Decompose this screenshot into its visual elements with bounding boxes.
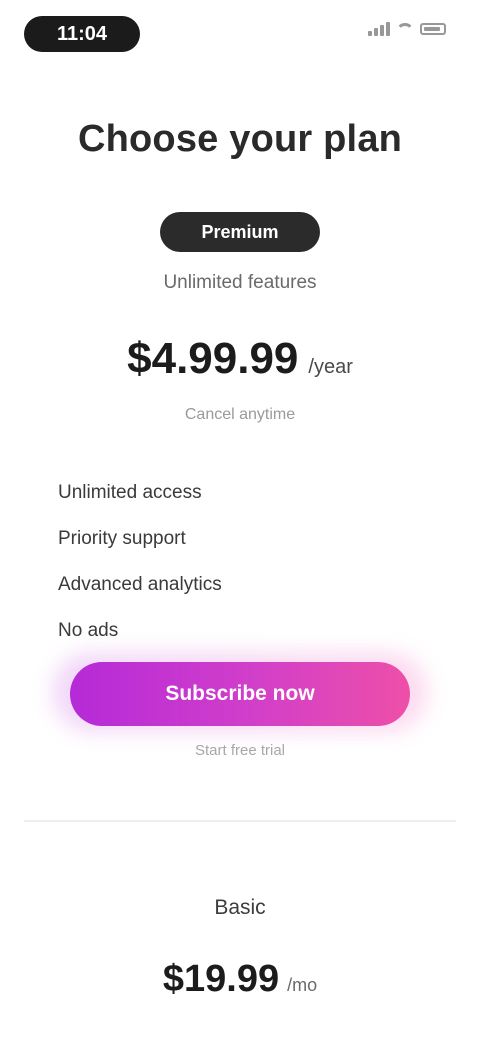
- price-row: $19.99 /mo: [24, 958, 456, 1001]
- plan-title: Basic: [214, 896, 266, 919]
- wifi-icon: [396, 23, 414, 35]
- price-period: /year: [308, 356, 353, 378]
- price-period: /mo: [287, 975, 318, 995]
- page-title: Choose your plan: [77, 118, 403, 160]
- feature-item: Priority support: [58, 528, 186, 549]
- plan-card-premium: Premium Unlimited features $4.99.99 /yea…: [24, 180, 456, 822]
- battery-icon: [420, 23, 446, 35]
- price-note: Cancel anytime: [184, 406, 296, 423]
- subscribe-button[interactable]: Subscribe now: [70, 662, 410, 726]
- status-bar: 11:04: [0, 12, 480, 52]
- status-icons: [368, 22, 446, 36]
- plan-badge: Premium: [160, 212, 320, 252]
- signal-icon: [368, 22, 390, 36]
- plan-selection-screen: 11:04 Choose your plan Premium Unlimited…: [0, 0, 480, 1040]
- plan-subtitle: Unlimited features: [163, 272, 317, 293]
- feature-item: No ads: [58, 620, 119, 641]
- price-amount: $19.99: [162, 958, 280, 1000]
- price-row: $4.99.99 /year: [24, 334, 456, 384]
- cta-caption: Start free trial: [194, 742, 286, 759]
- status-time: 11:04: [24, 16, 140, 52]
- price-amount: $4.99.99: [127, 334, 299, 383]
- plan-card-basic[interactable]: Basic $19.99 /mo: [24, 880, 456, 1040]
- feature-item: Unlimited access: [58, 482, 202, 503]
- feature-item: Advanced analytics: [58, 574, 222, 595]
- feature-list: Unlimited access Priority support Advanc…: [58, 470, 438, 654]
